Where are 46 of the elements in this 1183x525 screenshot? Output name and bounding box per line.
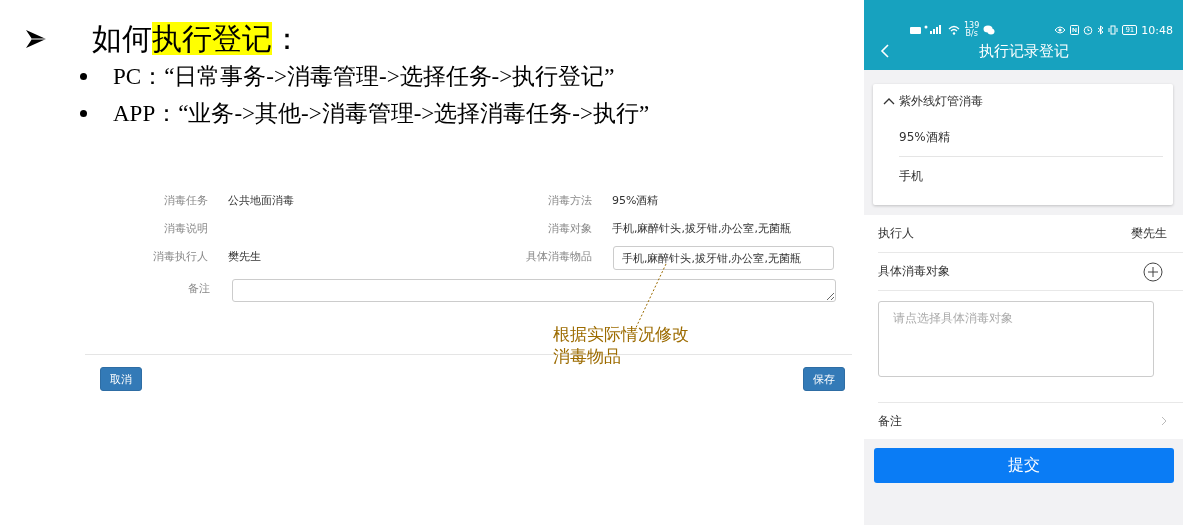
field-label: 消毒说明 bbox=[164, 222, 208, 235]
field-label: 备注 bbox=[187, 281, 210, 296]
collapse-caret-icon[interactable] bbox=[883, 97, 895, 105]
group-item: 95%酒精 bbox=[899, 128, 950, 146]
field-label: 消毒方法 bbox=[548, 194, 592, 207]
form-button[interactable]: 取消 bbox=[100, 367, 142, 391]
wifi-icon bbox=[948, 25, 960, 35]
target-field[interactable]: 请点选择具体消毒对象 bbox=[878, 301, 1154, 377]
bullet-dot bbox=[80, 73, 87, 80]
chevron-right-icon[interactable] bbox=[1161, 416, 1167, 426]
bullet-text: APP：“业务->其他->消毒管理->选择消毒任务->执行” bbox=[113, 100, 650, 128]
bluetooth-icon bbox=[1097, 25, 1105, 35]
bullet-text: PC：“日常事务->消毒管理->选择任务->执行登记” bbox=[113, 63, 615, 91]
field-label: 消毒任务 bbox=[164, 194, 208, 207]
group-title: 紫外线灯管消毒 bbox=[899, 92, 983, 110]
nfc-icon bbox=[1070, 25, 1080, 35]
field-label: 消毒执行人 bbox=[153, 250, 208, 263]
row-label: 备注 bbox=[878, 412, 902, 430]
alarm-icon bbox=[1083, 25, 1094, 35]
row-label: 具体消毒对象 bbox=[878, 263, 950, 280]
eye-icon bbox=[1054, 26, 1067, 34]
form-button[interactable]: 保存 bbox=[803, 367, 845, 391]
input-field[interactable]: 手机,麻醉针头,拔牙钳,办公室,无菌瓶 bbox=[613, 246, 834, 270]
add-icon[interactable] bbox=[1143, 261, 1163, 282]
submit-button[interactable]: 提交 bbox=[874, 448, 1174, 483]
field-value: 公共地面消毒 bbox=[228, 194, 294, 207]
chat-icon bbox=[983, 25, 996, 35]
group-item: 手机 bbox=[899, 167, 923, 185]
field-value: 樊先生 bbox=[228, 250, 261, 263]
remark-field[interactable] bbox=[232, 279, 836, 302]
network-speed: 139 bbox=[964, 22, 980, 30]
row-label: 执行人 bbox=[878, 225, 914, 242]
clock-time: 10:48 bbox=[1141, 23, 1173, 37]
field-label: 具体消毒物品 bbox=[526, 250, 592, 263]
field-value: 手机,麻醉针头,拔牙钳,办公室,无菌瓶 bbox=[612, 222, 791, 235]
field-value: 95%酒精 bbox=[612, 194, 659, 207]
signal-icon bbox=[910, 25, 944, 35]
field-label: 消毒对象 bbox=[548, 222, 592, 235]
bullet-dot bbox=[80, 110, 87, 117]
row-value: 樊先生 bbox=[1131, 225, 1167, 242]
screen-title: 执行记录登记 bbox=[977, 41, 1070, 61]
back-icon[interactable] bbox=[880, 44, 890, 58]
vibrate-icon bbox=[1108, 25, 1119, 35]
speed-unit: B/s bbox=[965, 30, 978, 38]
annotation-text: 根据实际情况修改消毒物品 bbox=[553, 324, 690, 368]
arrow-bullet-icon bbox=[25, 28, 47, 50]
